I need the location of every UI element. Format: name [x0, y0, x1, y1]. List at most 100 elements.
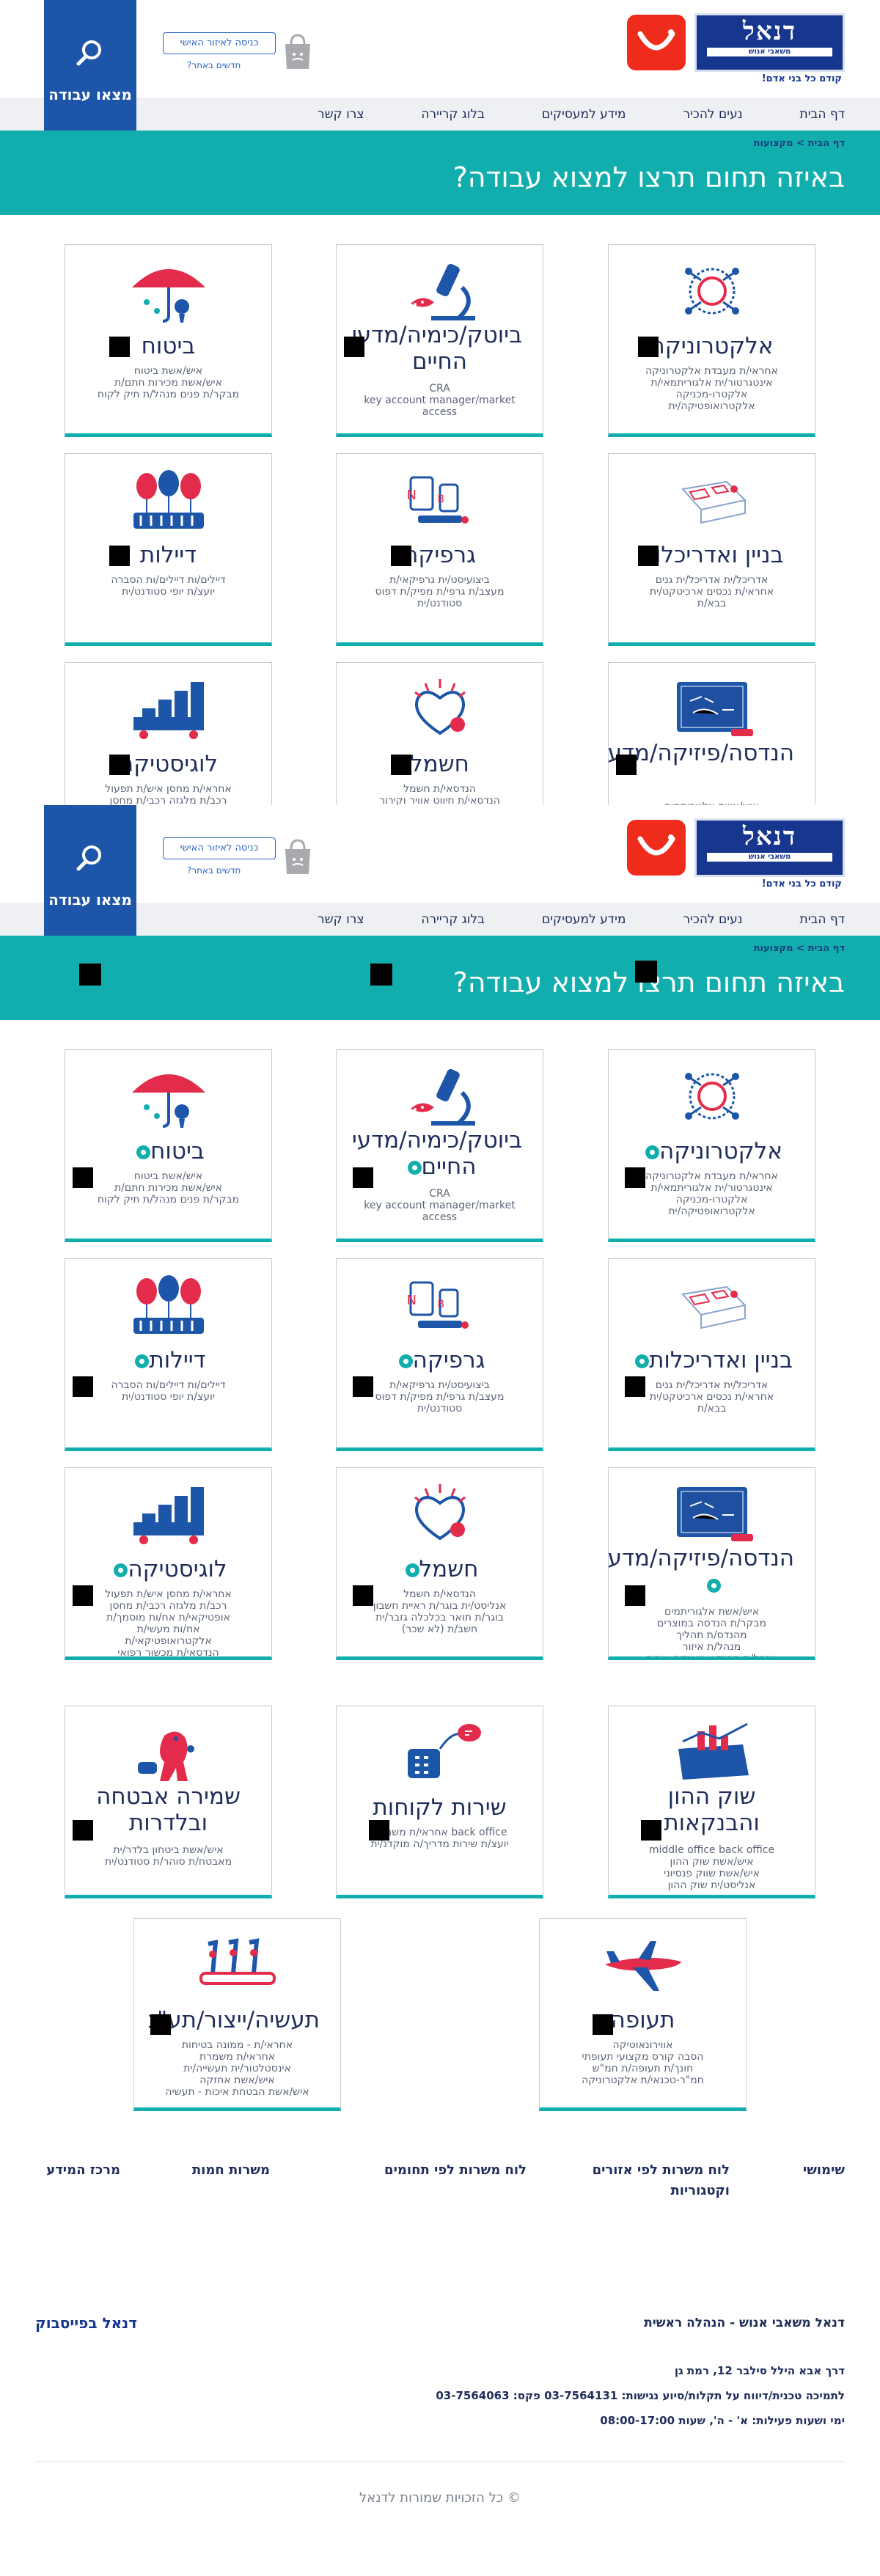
job-title[interactable]: אינסטלטור/ית תעשייה/ית [150, 2063, 324, 2074]
job-title[interactable]: אחראי/ת נכסים ארכיטקט/ית [625, 586, 799, 598]
category-card[interactable]: תעשיה/ייצור/תע"נ אחראי/ת - ממונה בטיחות אח… [133, 1918, 341, 2111]
category-card[interactable]: ביוטק/כימיה/מדעי החיים CRA key account man… [336, 1049, 543, 1242]
job-title[interactable]: יועצ/ת יופי סטודנט/ית [81, 1391, 255, 1403]
danel-logo[interactable]: דנאל משאבי אנוש [694, 13, 845, 72]
job-title[interactable]: ביצועיסט/ית גרפיקאי/ת [353, 574, 527, 586]
nav-item-home[interactable]: דף הבית [800, 912, 845, 927]
find-jobs-tab[interactable]: מצאו עבודה [44, 0, 136, 131]
job-title[interactable]: דיילים/ות דיילים/ות הסברה [81, 1379, 255, 1391]
category-card[interactable]: בניין ואדריכלות אדריכל/ית אדריכל/ית גנים א… [608, 453, 815, 646]
find-jobs-tab[interactable]: מצאו עבודה [44, 805, 136, 936]
job-title[interactable]: CRA [353, 383, 527, 395]
job-title[interactable]: access [353, 1211, 527, 1223]
job-title[interactable]: אחראי/ת מעבדת אלקטרוניקה [625, 1170, 799, 1182]
job-title[interactable]: איש/אשת מכירות חתם/ת [81, 1182, 255, 1194]
job-title[interactable]: בוגר/ת תואר בכלכלה גזבר/ית [353, 1612, 527, 1623]
job-title[interactable]: אלקטרו-מכניקה [625, 1194, 799, 1206]
job-title[interactable]: אדריכל/ית אדריכל/ית גנים [625, 574, 799, 586]
footer-link-useful[interactable]: שימושי [803, 2160, 845, 2181]
job-title[interactable]: אלקטרואופטיקה/ית [625, 1206, 799, 1217]
job-title[interactable]: איש/אשת הבטחת איכות - תעשיה [150, 2086, 324, 2098]
job-title[interactable]: אחראי/ת מחסן איש/ת תפעול [81, 783, 255, 795]
job-title[interactable]: מהנדס/ת תהליך [625, 1629, 799, 1641]
category-card[interactable]: חשמל הנדסאי/ת חשמל הנדסאי/ת חיווט אוויר וק… [336, 662, 543, 805]
job-title[interactable]: הנדסאי/ת חשמל [353, 1588, 527, 1600]
job-title[interactable]: בבא/ת [625, 598, 799, 609]
new-users-link[interactable]: חדשים באתר? [187, 60, 241, 70]
job-title[interactable]: חשב/ת (לא שכר) [353, 1623, 527, 1635]
job-title[interactable]: רכב/ת מלגזה רכבי/ת מחסן [81, 1600, 255, 1612]
job-title[interactable]: אח/ות מעשי/ת [81, 1623, 255, 1635]
job-title[interactable]: אלקטרואופטיקה/ית [625, 400, 799, 412]
job-title[interactable]: אחראי/ת נכסים ארכיטקט/ית [625, 1391, 799, 1403]
category-card[interactable]: תעופה אווירונאוטיקה הסבה קורס מקצועי תעופת… [539, 1918, 747, 2111]
shopping-bag-icon[interactable] [282, 839, 313, 878]
job-title[interactable]: הסבה קורס מקצועי תעופתי [556, 2051, 730, 2063]
job-title[interactable]: מבקר/ת פנים מנהל/ת תיק לקוח [81, 389, 255, 400]
footer-link-jobs-by-field[interactable]: לוח משרות לפי תחומים [384, 2160, 527, 2181]
job-title[interactable]: הנדסאי/ת חיווט אוויר וקירור [353, 795, 527, 805]
category-card[interactable]: ביטוח איש/אשת ביטוח איש/אשת מכירות חתם/ת מב… [65, 244, 272, 437]
category-card[interactable]: שמירה אבטחה ובלדרות איש/אשת ביטחון בלדר/י… [65, 1706, 272, 1898]
login-button[interactable]: כניסה לאיזור האישי [163, 32, 276, 54]
category-card[interactable]: שירות לקוחות back office אחראי/ת משמרת יוע… [336, 1706, 543, 1898]
job-title[interactable]: access [353, 406, 527, 418]
job-title[interactable]: אחראי/ת מעבדת אלקטרוניקה [625, 365, 799, 377]
job-title[interactable]: מאבטח/ת סוהר/ת סטודנט/ית [81, 1856, 255, 1868]
nav-item-employers[interactable]: מידע למעסיקים [542, 912, 626, 927]
nav-item-blog[interactable]: בלוג קריירה [421, 107, 485, 122]
job-title[interactable]: איש/אשת מכירות חתם/ת [81, 377, 255, 389]
job-title[interactable]: key account manager/market [353, 1200, 527, 1211]
job-title[interactable]: אופטיקאי/ת אח/ות מוסמך/ת [81, 1612, 255, 1623]
job-title[interactable]: אדריכל/ית אדריכל/ית גנים [625, 1379, 799, 1391]
category-card[interactable]: דיילות דיילים/ות דיילים/ות הסברה יועצ/ת יו… [65, 1258, 272, 1451]
job-title[interactable]: דיילים/ות דיילים/ות הסברה [81, 574, 255, 586]
nav-item-about[interactable]: נעים להכיר [683, 912, 742, 927]
category-card[interactable]: אלקטרוניקה אחראי/ת מעבדת אלקטרוניקה אינטגר… [608, 244, 815, 437]
job-title[interactable]: ביצועיסט/ית גרפיקאי/ת [353, 1379, 527, 1391]
job-title[interactable]: מנהל/ת איזור [625, 1641, 799, 1653]
category-card[interactable]: הנדסה/פיזיקה/מדעים איש/אשת אלגוריתמים מבקר… [608, 1467, 815, 1660]
job-title[interactable]: סטודנט/ית [353, 1403, 527, 1414]
footer-link-info-center[interactable]: מרכז המידע [46, 2160, 120, 2181]
new-users-link[interactable]: חדשים באתר? [187, 865, 241, 876]
nav-item-blog[interactable]: בלוג קריירה [421, 912, 485, 927]
danel-logo[interactable]: דנאל משאבי אנוש [694, 818, 845, 877]
job-title[interactable]: key account manager/market [353, 395, 527, 406]
nav-item-contact[interactable]: צרו קשר [318, 912, 364, 927]
category-card[interactable]: N B גרפיקה ביצועיסט/ית גרפיקאי/ת מעצב/ת גרפי… [336, 1258, 543, 1451]
category-card[interactable]: ביטוח איש/אשת ביטוח איש/אשת מכירות חתם/ת מב… [65, 1049, 272, 1242]
job-title[interactable]: איש/אשת שוק ההון [625, 1856, 799, 1868]
breadcrumb[interactable]: דף הבית > מקצועות [754, 138, 845, 149]
job-title[interactable]: אלקטרואופטיקאי/ת [81, 1635, 255, 1647]
job-title[interactable]: יועצ/ת יופי סטודנט/ית [81, 586, 255, 598]
job-title[interactable]: אינטגרטור/ית אלגוריתמאי/ת [625, 1182, 799, 1194]
category-card[interactable]: ביוטק/כימיה/מדעי החיים CRA key account man… [336, 244, 543, 437]
shopping-bag-icon[interactable] [282, 34, 313, 73]
job-title[interactable]: אנליסט/ית בוגר/ת ראיית חשבון [353, 1600, 527, 1612]
job-title[interactable]: אחראי/ת מחסן איש/ת תפעול [81, 1588, 255, 1600]
category-card[interactable]: לוגיסטיקה אחראי/ת מחסן איש/ת תפעול רכב/ת מ… [65, 1467, 272, 1660]
job-title[interactable]: סטודנט/ית [353, 598, 527, 609]
job-title[interactable]: איש/אשת אלגוריתמים [625, 1606, 799, 1618]
job-title[interactable]: middle office back office [625, 1844, 799, 1856]
category-card[interactable]: אלקטרוניקה אחראי/ת מעבדת אלקטרוניקה אינטגר… [608, 1049, 815, 1242]
footer-link-jobs-by-region[interactable]: לוח משרות לפי אזורים וקטגוריות [590, 2160, 730, 2201]
job-title[interactable]: אווירונאוטיקה [556, 2039, 730, 2051]
breadcrumb[interactable]: דף הבית > מקצועות [754, 943, 845, 954]
job-title[interactable]: איש/אשת שווק פנסיוני [625, 1868, 799, 1879]
job-title[interactable]: מנהל/ת פרויקט מעבדת איכות [625, 1653, 799, 1656]
job-title[interactable]: CRA [353, 1188, 527, 1200]
job-title[interactable]: אנליסט/ית שוק ההון [625, 1879, 799, 1891]
job-title[interactable]: אלקטרו-מכניקה [625, 389, 799, 400]
job-title[interactable]: אינטגרטור/ית אלגוריתמאי/ת [625, 377, 799, 389]
category-card[interactable]: חשמל הנדסאי/ת חשמל אנליסט/ית בוגר/ת ראיית … [336, 1467, 543, 1660]
category-card[interactable]: N B גרפיקה ביצועיסט/ית גרפיקאי/ת מעצב/ת גרפי… [336, 453, 543, 646]
footer-link-hot-jobs[interactable]: משרות חמות [192, 2160, 270, 2181]
category-card[interactable]: הנדסה/פיזיקה/מדעיםאיש/אשת אלגוריתמיםאיש/… [608, 662, 815, 805]
job-title[interactable]: איש/אשת ביטוח [81, 1170, 255, 1182]
category-card[interactable]: בניין ואדריכלות אדריכל/ית אדריכל/ית גנים א… [608, 1258, 815, 1451]
facebook-link[interactable]: דנאל בפייסבוק [35, 2314, 137, 2332]
nav-item-home[interactable]: דף הבית [800, 107, 845, 122]
category-card[interactable]: דיילות דיילים/ות דיילים/ות הסברה יועצ/ת יו… [65, 453, 272, 646]
